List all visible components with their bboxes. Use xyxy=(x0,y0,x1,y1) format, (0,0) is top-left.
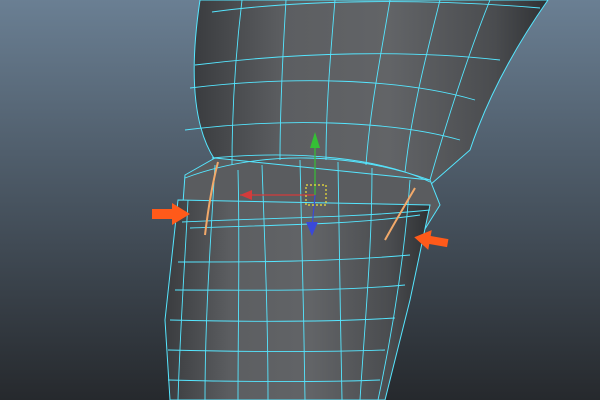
3d-viewport[interactable] xyxy=(0,0,600,400)
viewport-canvas[interactable] xyxy=(0,0,600,400)
